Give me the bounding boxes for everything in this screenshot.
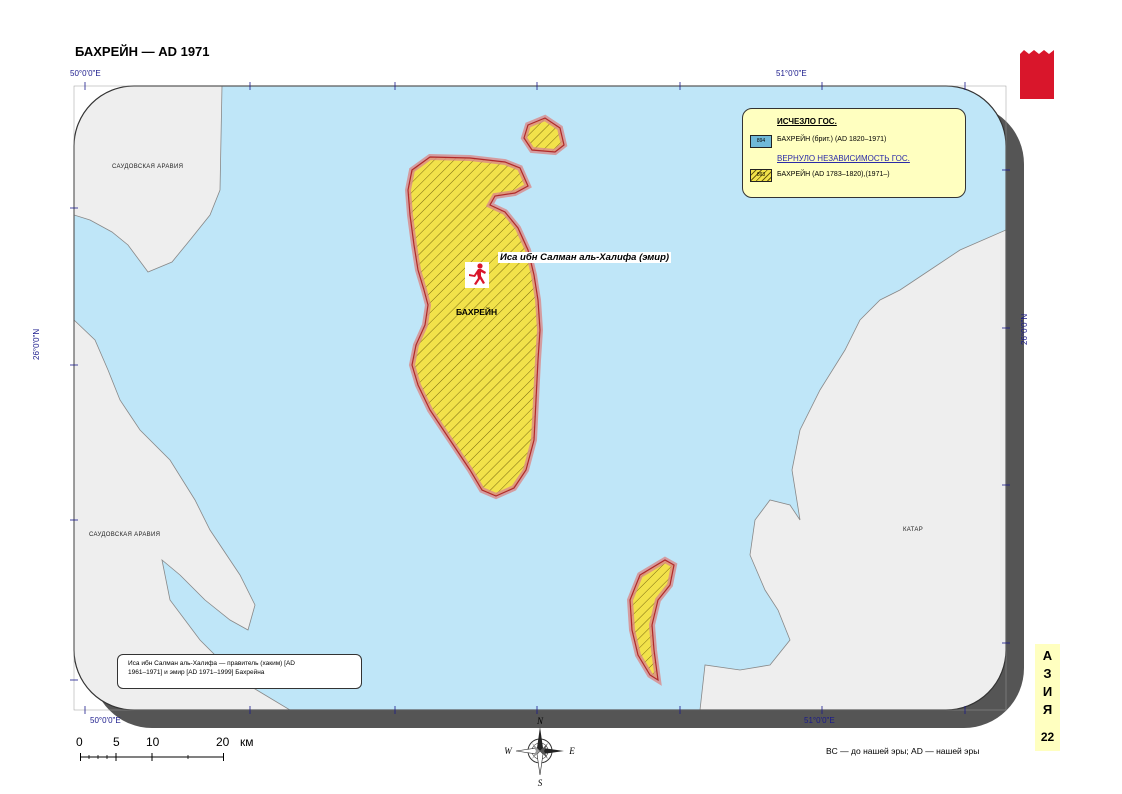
label-ruler: Иса ибн Салман аль-Халифа (эмир) — [498, 252, 672, 263]
scale-label-0: 0 — [76, 735, 83, 749]
continent-letter: А — [1042, 648, 1053, 663]
info-line-1: Иса ибн Салман аль-Халифа — правитель (х… — [128, 660, 295, 667]
svg-text:W: W — [504, 746, 513, 756]
svg-text:E: E — [568, 746, 575, 756]
footnote: BC — до нашей эры; AD — нашей эры — [826, 746, 980, 756]
coord-top-right: 51°0'0"E — [776, 69, 807, 78]
label-qatar: КАТАР — [903, 527, 923, 533]
legend-item-disappeared: БАХРЕЙН (брит.) (AD 1820–1971) — [777, 136, 887, 143]
continent-letter: И — [1042, 684, 1053, 699]
label-saudi-arabia-south: САУДОВСКАЯ АРАВИЯ — [89, 532, 161, 538]
legend-item-independent: БАХРЕЙН (AD 1783–1820),(1971–) — [777, 171, 890, 178]
legend-swatch-disappeared: 894 — [750, 135, 772, 148]
svg-text:S: S — [538, 778, 543, 787]
page-number: 22 — [1040, 730, 1055, 744]
coord-top-left: 50°0'0"E — [70, 69, 101, 78]
info-box: Иса ибн Салман аль-Халифа — правитель (х… — [117, 654, 362, 689]
continent-letter: З — [1043, 666, 1052, 681]
running-figure-icon — [465, 262, 489, 288]
coord-bottom-right: 51°0'0"E — [804, 716, 835, 725]
scale-unit: км — [240, 735, 254, 749]
scale-label-20: 20 — [216, 735, 230, 749]
label-bahrain: БАХРЕЙН — [456, 307, 498, 317]
legend-swatch-independent: 893 — [750, 169, 772, 182]
legend-subtitle[interactable]: ВЕРНУЛО НЕЗАВИСИМОСТЬ ГОС. — [777, 154, 910, 163]
bahrain-flag-icon — [1020, 42, 1054, 99]
label-saudi-arabia-north: САУДОВСКАЯ АРАВИЯ — [112, 164, 184, 170]
info-line-2: 1961–1971] и эмир [AD 1971–1999] Бахрейн… — [128, 669, 265, 676]
scale-bar — [80, 753, 224, 761]
page-title: БАХРЕЙН — AD 1971 — [75, 44, 210, 59]
compass-rose-icon: N S W E — [504, 716, 575, 787]
continent-tab: А З И Я 22 — [1035, 644, 1060, 751]
legend-title: ИСЧЕЗЛО ГОС. — [777, 117, 837, 126]
legend: ИСЧЕЗЛО ГОС. 894 БАХРЕЙН (брит.) (AD 182… — [742, 108, 966, 198]
coord-right-lat: 26°0'0"N — [1020, 313, 1029, 345]
svg-text:N: N — [536, 716, 544, 726]
scale-label-5: 5 — [113, 735, 120, 749]
continent-letter: Я — [1042, 702, 1053, 717]
coord-bottom-left: 50°0'0"E — [90, 716, 121, 725]
scale-label-10: 10 — [146, 735, 160, 749]
coord-left-lat: 26°0'0"N — [32, 328, 41, 360]
